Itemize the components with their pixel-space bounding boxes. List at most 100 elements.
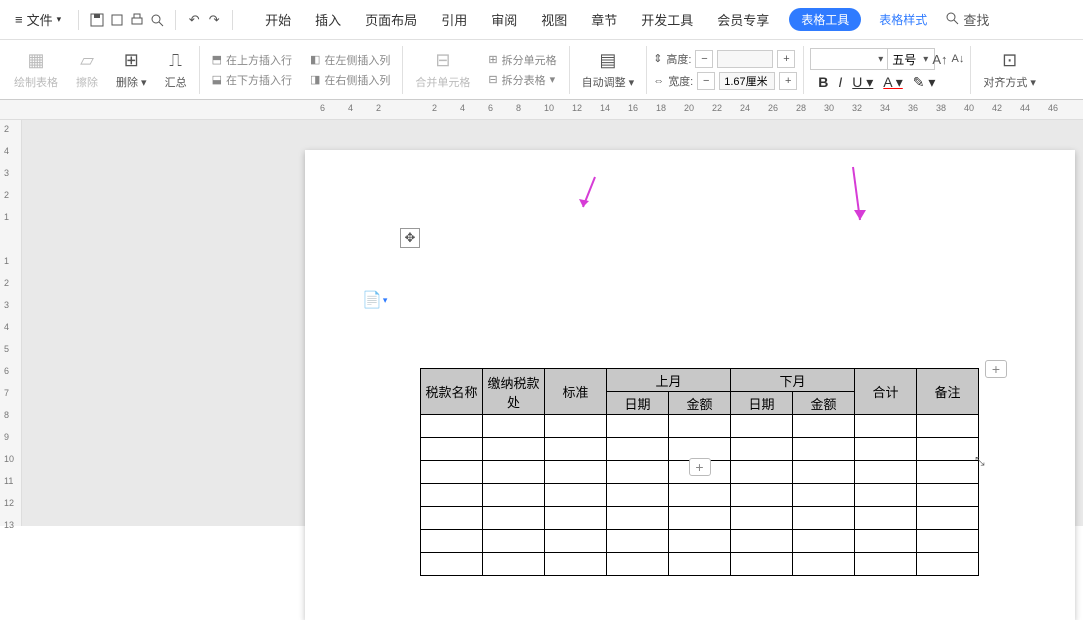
table-cell[interactable] (917, 461, 979, 484)
add-row-button[interactable]: + (689, 458, 711, 476)
table-tools-tab[interactable]: 表格工具 (789, 8, 861, 31)
table-cell[interactable] (421, 530, 483, 553)
table-cell[interactable] (731, 530, 793, 553)
menu-member[interactable]: 会员专享 (715, 6, 771, 33)
split-cell-button[interactable]: ⊞拆分单元格 (488, 52, 556, 68)
table-cell[interactable] (483, 553, 545, 576)
table-style-link[interactable]: 表格样式 (879, 11, 927, 28)
insert-row-below-button[interactable]: ⬓在下方插入行 (212, 72, 292, 88)
table-cell[interactable] (855, 461, 917, 484)
table-cell[interactable] (607, 553, 669, 576)
table-cell[interactable] (607, 484, 669, 507)
table-header[interactable]: 合计 (855, 369, 917, 415)
bold-button[interactable]: B (818, 74, 828, 91)
table-cell[interactable] (421, 484, 483, 507)
table-cell[interactable] (483, 461, 545, 484)
table-cell[interactable] (917, 438, 979, 461)
table-header[interactable]: 上月 (607, 369, 731, 392)
table-cell[interactable] (545, 415, 607, 438)
table-cell[interactable] (607, 507, 669, 530)
table-cell[interactable] (917, 553, 979, 576)
font-size-select[interactable] (887, 48, 935, 70)
summary-button[interactable]: ⎍ 汇总 (159, 50, 193, 90)
table-header[interactable]: 备注 (917, 369, 979, 415)
save-icon[interactable] (89, 12, 105, 28)
table-cell[interactable] (793, 553, 855, 576)
table-cell[interactable] (483, 438, 545, 461)
table-cell[interactable] (421, 461, 483, 484)
table-cell[interactable] (793, 461, 855, 484)
font-decrease-button[interactable]: A↓ (951, 53, 964, 65)
underline-button[interactable]: U ▾ (852, 74, 873, 91)
paragraph-options-button[interactable]: 📄▾ (362, 290, 387, 310)
table-cell[interactable] (607, 438, 669, 461)
table-resize-handle[interactable]: ⤡ (975, 454, 985, 469)
menu-sections[interactable]: 章节 (589, 6, 619, 33)
search-button[interactable]: 查找 (945, 10, 989, 29)
table-header[interactable]: 日期 (731, 392, 793, 415)
table-cell[interactable] (917, 484, 979, 507)
table-cell[interactable] (793, 415, 855, 438)
table-cell[interactable] (483, 484, 545, 507)
table-cell[interactable] (421, 438, 483, 461)
autofit-button[interactable]: ▤ 自动调整 ▾ (576, 50, 641, 90)
insert-col-left-button[interactable]: ◧在左侧插入列 (310, 52, 390, 68)
draw-table-button[interactable]: ▦ 绘制表格 (8, 50, 64, 90)
table-cell[interactable] (545, 438, 607, 461)
table-cell[interactable] (731, 415, 793, 438)
table-cell[interactable] (917, 530, 979, 553)
table-cell[interactable] (917, 507, 979, 530)
table-cell[interactable] (669, 415, 731, 438)
insert-col-right-button[interactable]: ◨在右侧插入列 (310, 72, 390, 88)
font-increase-button[interactable]: A↑ (932, 52, 947, 67)
height-plus-button[interactable]: + (777, 50, 795, 68)
add-column-button[interactable]: + (985, 360, 1007, 378)
table-header[interactable]: 缴纳税款处 (483, 369, 545, 415)
table-header[interactable]: 税款名称 (421, 369, 483, 415)
undo-icon[interactable]: ↶ (186, 12, 202, 28)
menu-layout[interactable]: 页面布局 (363, 6, 419, 33)
highlight-button[interactable]: ✎ ▾ (913, 74, 936, 91)
table-cell[interactable] (421, 415, 483, 438)
width-input[interactable] (719, 72, 775, 90)
align-button[interactable]: ⊡ 对齐方式 ▾ (977, 50, 1042, 90)
table-cell[interactable] (607, 415, 669, 438)
width-minus-button[interactable]: − (697, 72, 715, 90)
table-cell[interactable] (793, 438, 855, 461)
table-cell[interactable] (731, 438, 793, 461)
table-cell[interactable] (421, 553, 483, 576)
table-cell[interactable] (793, 507, 855, 530)
height-minus-button[interactable]: − (695, 50, 713, 68)
table-cell[interactable] (483, 415, 545, 438)
table-cell[interactable] (731, 461, 793, 484)
italic-button[interactable]: I (838, 74, 842, 91)
table-header[interactable]: 金额 (793, 392, 855, 415)
horizontal-ruler[interactable]: 6422468101214161820222426283032343638404… (0, 100, 1083, 120)
table-cell[interactable] (793, 530, 855, 553)
erase-button[interactable]: ▱ 擦除 (70, 50, 104, 90)
preview-icon[interactable] (149, 12, 165, 28)
table-cell[interactable] (545, 461, 607, 484)
vertical-ruler[interactable]: 2432112345678910111213 (0, 120, 22, 526)
table-cell[interactable] (421, 507, 483, 530)
table-cell[interactable] (855, 484, 917, 507)
table-header[interactable]: 日期 (607, 392, 669, 415)
table-cell[interactable] (731, 553, 793, 576)
table-cell[interactable] (545, 553, 607, 576)
table-header[interactable]: 标准 (545, 369, 607, 415)
table-cell[interactable] (793, 484, 855, 507)
table-cell[interactable] (855, 507, 917, 530)
table-cell[interactable] (669, 530, 731, 553)
menu-insert[interactable]: 插入 (313, 6, 343, 33)
menu-view[interactable]: 视图 (539, 6, 569, 33)
table-cell[interactable] (731, 484, 793, 507)
table-cell[interactable] (545, 507, 607, 530)
menu-start[interactable]: 开始 (263, 6, 293, 33)
menu-review[interactable]: 审阅 (489, 6, 519, 33)
file-menu[interactable]: ≡ 文件 ▾ (8, 7, 68, 32)
print-preview-icon[interactable] (109, 12, 125, 28)
height-input[interactable] (717, 50, 773, 68)
table-cell[interactable] (545, 530, 607, 553)
table-cell[interactable] (855, 553, 917, 576)
table-cell[interactable] (669, 553, 731, 576)
